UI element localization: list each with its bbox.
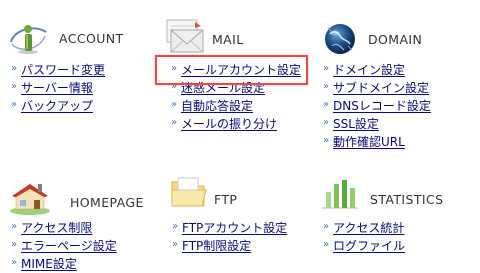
domain-link-ssl[interactable]: » SSL設定 [323, 114, 431, 132]
homepage-link-error-page[interactable]: » エラーページ設定 [11, 236, 117, 254]
homepage-link-mime[interactable]: » MIME設定 [11, 254, 117, 272]
bullet-icon: » [323, 81, 329, 92]
bullet-icon: » [171, 117, 177, 128]
domain-link-subdomain-settings[interactable]: » サブドメイン設定 [323, 78, 431, 96]
globe-icon [320, 20, 360, 54]
account-info-icon [8, 22, 48, 54]
account-link-password[interactable]: » パスワード変更 [11, 60, 105, 78]
house-icon [8, 178, 50, 215]
bullet-icon: » [323, 221, 329, 232]
bullet-icon: » [323, 99, 329, 110]
mail-link-auto-reply[interactable]: » 自動応答設定 [171, 96, 301, 114]
bullet-icon: » [11, 63, 17, 74]
domain-link-test-url[interactable]: » 動作確認URL [323, 132, 431, 150]
bullet-icon: » [171, 81, 177, 92]
domain-link-domain-settings[interactable]: » ドメイン設定 [323, 60, 431, 78]
mail-link-filtering[interactable]: » メールの振り分け [171, 114, 301, 132]
bullet-icon: » [11, 81, 17, 92]
account-link-server-info[interactable]: » サーバー情報 [11, 78, 105, 96]
ftp-link-restriction[interactable]: » FTP制限設定 [172, 236, 287, 254]
mail-title: MAIL [212, 32, 244, 47]
ftp-link-account-settings[interactable]: » FTPアカウント設定 [172, 218, 287, 236]
bullet-icon: » [172, 221, 178, 232]
account-link-backup[interactable]: » バックアップ [11, 96, 105, 114]
mail-link-spam-settings[interactable]: » 迷惑メール設定 [171, 78, 301, 96]
mail-envelope-icon [165, 18, 205, 53]
bullet-icon: » [323, 135, 329, 146]
account-title: ACCOUNT [59, 31, 124, 46]
bullet-icon: » [11, 99, 17, 110]
domain-link-dns-record[interactable]: » DNSレコード設定 [323, 96, 431, 114]
bullet-icon: » [171, 99, 177, 110]
statistics-link-log-files[interactable]: » ログファイル [323, 236, 405, 254]
ftp-title: FTP [214, 192, 238, 207]
bullet-icon: » [323, 239, 329, 250]
bullet-icon: » [11, 221, 17, 232]
homepage-title: HOMEPAGE [70, 195, 144, 210]
domain-title: DOMAIN [368, 32, 423, 47]
bar-chart-icon [320, 176, 360, 209]
bullet-icon: » [172, 239, 178, 250]
statistics-title: STATISTICS [370, 192, 444, 207]
statistics-link-access-stats[interactable]: » アクセス統計 [323, 218, 405, 236]
homepage-link-access-restriction[interactable]: » アクセス制限 [11, 218, 117, 236]
bullet-icon: » [11, 257, 17, 268]
bullet-icon: » [171, 63, 177, 74]
bullet-icon: » [323, 117, 329, 128]
mail-link-account-settings[interactable]: » メールアカウント設定 [171, 60, 301, 78]
bullet-icon: » [323, 63, 329, 74]
folder-icon [170, 176, 210, 208]
bullet-icon: » [11, 239, 17, 250]
